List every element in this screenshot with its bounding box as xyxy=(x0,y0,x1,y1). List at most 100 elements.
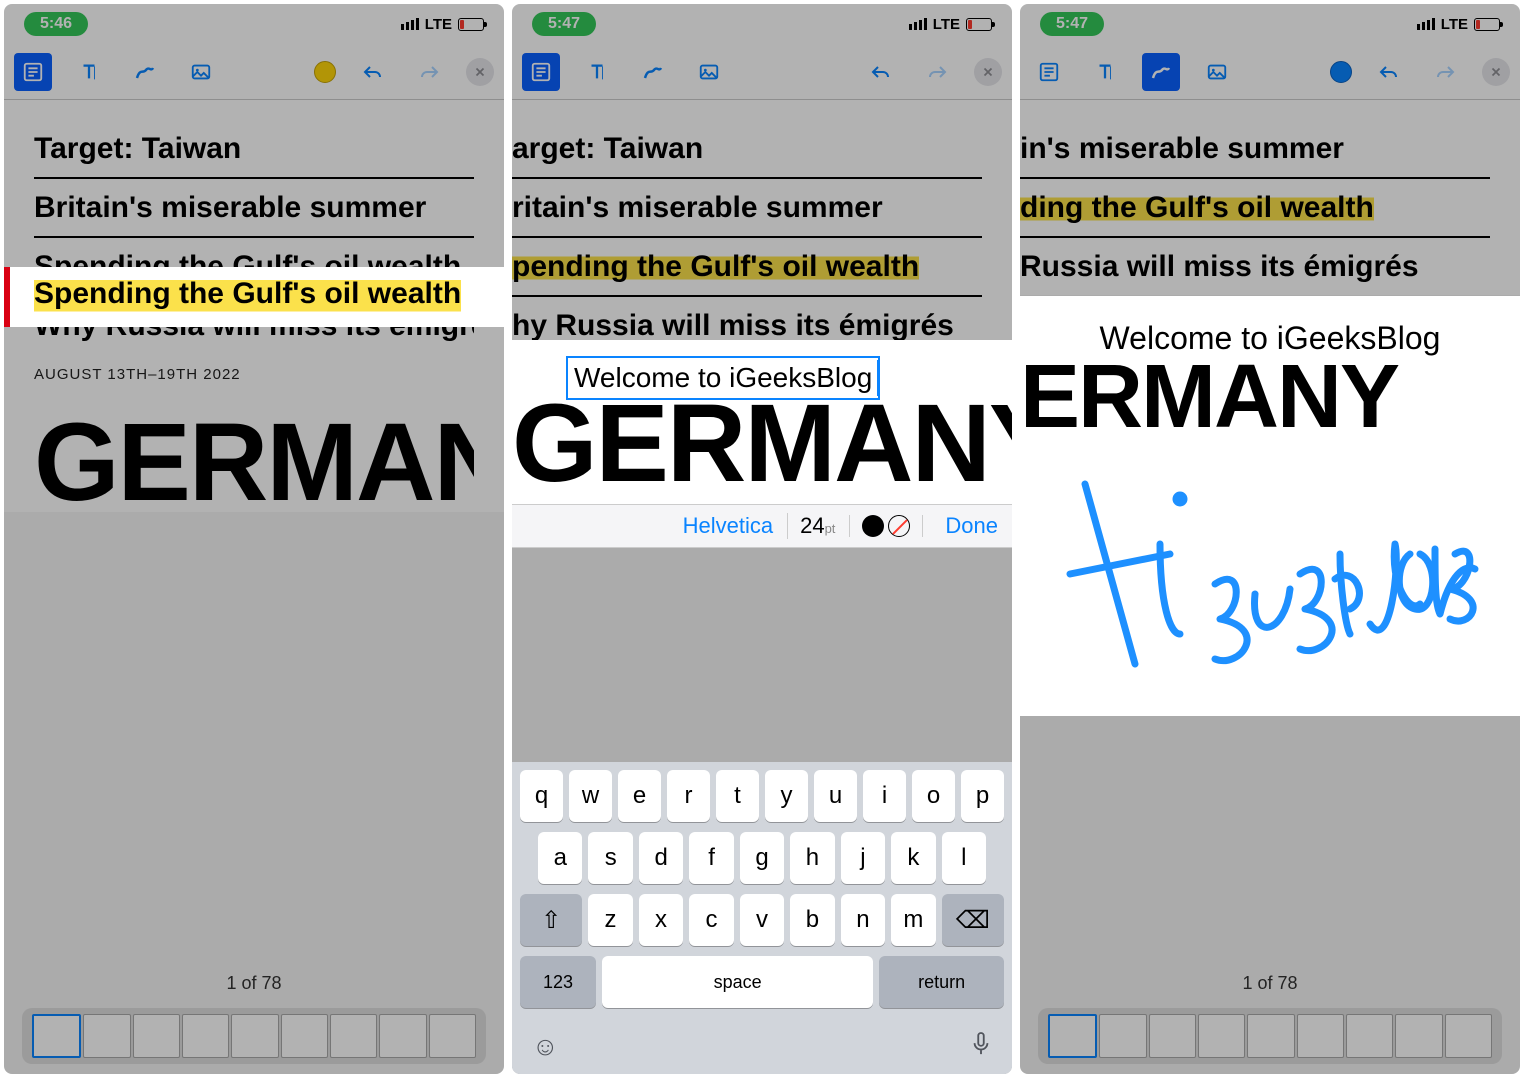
key-b[interactable]: b xyxy=(790,894,834,946)
markup-toolbar xyxy=(4,44,504,100)
markup-toolbar xyxy=(512,44,1012,100)
draw-tool-icon[interactable] xyxy=(126,53,164,91)
key-l[interactable]: l xyxy=(942,832,986,884)
thumbnail[interactable] xyxy=(1099,1014,1146,1058)
done-button[interactable]: Done xyxy=(937,513,998,539)
key-r[interactable]: r xyxy=(667,770,710,822)
font-picker[interactable]: Helvetica xyxy=(683,513,773,539)
battery-icon xyxy=(458,18,484,31)
thumbnail[interactable] xyxy=(83,1014,130,1058)
headline: Russia will miss its émigrés xyxy=(1020,238,1490,295)
key-n[interactable]: n xyxy=(841,894,885,946)
key-e[interactable]: e xyxy=(618,770,661,822)
key-s[interactable]: s xyxy=(588,832,632,884)
thumbnail[interactable] xyxy=(1149,1014,1196,1058)
text-tool-icon[interactable] xyxy=(1086,53,1124,91)
thumbnail[interactable] xyxy=(1346,1014,1393,1058)
key-x[interactable]: x xyxy=(639,894,683,946)
key-h[interactable]: h xyxy=(790,832,834,884)
key-z[interactable]: z xyxy=(588,894,632,946)
undo-icon[interactable] xyxy=(354,53,392,91)
text-tool-icon[interactable] xyxy=(578,53,616,91)
thumbnail[interactable] xyxy=(133,1014,180,1058)
thumbnail[interactable] xyxy=(1198,1014,1245,1058)
key-g[interactable]: g xyxy=(740,832,784,884)
key-v[interactable]: v xyxy=(740,894,784,946)
redo-icon[interactable] xyxy=(1426,53,1464,91)
carrier-label: LTE xyxy=(933,16,960,33)
text-annotation-input[interactable]: Welcome to iGeeksBlog xyxy=(566,356,880,400)
thumbnail[interactable] xyxy=(379,1014,426,1058)
thumbnail[interactable] xyxy=(1395,1014,1442,1058)
text-color-picker[interactable] xyxy=(849,515,923,537)
thumbnail-strip[interactable] xyxy=(1038,1008,1502,1064)
key-m[interactable]: m xyxy=(891,894,935,946)
key-p[interactable]: p xyxy=(961,770,1004,822)
highlighted-headline[interactable]: Spending the Gulf's oil wealth xyxy=(34,271,461,316)
signal-icon xyxy=(1417,18,1435,30)
close-icon[interactable] xyxy=(466,58,494,86)
thumbnail[interactable] xyxy=(1445,1014,1492,1058)
key-i[interactable]: i xyxy=(863,770,906,822)
key-shift[interactable]: ⇧ xyxy=(520,894,582,946)
key-a[interactable]: a xyxy=(538,832,582,884)
cover-title: GERMANY xyxy=(512,394,1012,493)
thumbnail[interactable] xyxy=(429,1014,476,1058)
thumbnail[interactable] xyxy=(281,1014,328,1058)
key-c[interactable]: c xyxy=(689,894,733,946)
undo-icon[interactable] xyxy=(1370,53,1408,91)
markup-toolbar xyxy=(1020,44,1520,100)
thumbnail[interactable] xyxy=(182,1014,229,1058)
text-tool-icon[interactable] xyxy=(70,53,108,91)
key-t[interactable]: t xyxy=(716,770,759,822)
image-tool-icon[interactable] xyxy=(1198,53,1236,91)
thumbnail-strip[interactable] xyxy=(22,1008,486,1064)
key-q[interactable]: q xyxy=(520,770,563,822)
cover-title: GERMANY xyxy=(34,413,474,512)
image-tool-icon[interactable] xyxy=(182,53,220,91)
headline: arget: Taiwan xyxy=(512,120,982,179)
image-tool-icon[interactable] xyxy=(690,53,728,91)
thumbnail[interactable] xyxy=(231,1014,278,1058)
key-j[interactable]: j xyxy=(841,832,885,884)
key-f[interactable]: f xyxy=(689,832,733,884)
key-123[interactable]: 123 xyxy=(520,956,596,1008)
key-d[interactable]: d xyxy=(639,832,683,884)
draw-tool-icon[interactable] xyxy=(634,53,672,91)
key-o[interactable]: o xyxy=(912,770,955,822)
redo-icon[interactable] xyxy=(918,53,956,91)
font-size-picker[interactable]: 24pt xyxy=(787,513,835,539)
highlight-tool-icon[interactable] xyxy=(522,53,560,91)
close-icon[interactable] xyxy=(974,58,1002,86)
thumbnail[interactable] xyxy=(1297,1014,1344,1058)
highlight-tool-icon[interactable] xyxy=(1030,53,1068,91)
date-line: AUGUST 13TH–19TH 2022 xyxy=(34,354,474,413)
battery-icon xyxy=(966,18,992,31)
thumbnail[interactable] xyxy=(1048,1014,1097,1058)
carrier-label: LTE xyxy=(1441,16,1468,33)
cover-title: ERMANY xyxy=(1020,357,1520,438)
emoji-icon[interactable]: ☺ xyxy=(532,1031,559,1062)
status-bar: 5:47 LTE xyxy=(1020,4,1520,44)
key-u[interactable]: u xyxy=(814,770,857,822)
headline: ding the Gulf's oil wealth xyxy=(1020,179,1490,238)
key-y[interactable]: y xyxy=(765,770,808,822)
redo-icon[interactable] xyxy=(410,53,448,91)
key-k[interactable]: k xyxy=(891,832,935,884)
thumbnail[interactable] xyxy=(1247,1014,1294,1058)
highlight-tool-icon[interactable] xyxy=(14,53,52,91)
color-picker-blue[interactable] xyxy=(1330,61,1352,83)
color-picker-yellow[interactable] xyxy=(314,61,336,83)
close-icon[interactable] xyxy=(1482,58,1510,86)
key-return[interactable]: return xyxy=(879,956,1004,1008)
key-space[interactable]: space xyxy=(602,956,873,1008)
undo-icon[interactable] xyxy=(862,53,900,91)
mic-icon[interactable] xyxy=(970,1031,992,1062)
draw-tool-icon[interactable] xyxy=(1142,53,1180,91)
battery-icon xyxy=(1474,18,1500,31)
thumbnail[interactable] xyxy=(32,1014,81,1058)
thumbnail[interactable] xyxy=(330,1014,377,1058)
key-w[interactable]: w xyxy=(569,770,612,822)
screen-draw-annotation: 5:47 LTE xyxy=(1016,0,1524,1078)
key-backspace[interactable]: ⌫ xyxy=(942,894,1004,946)
